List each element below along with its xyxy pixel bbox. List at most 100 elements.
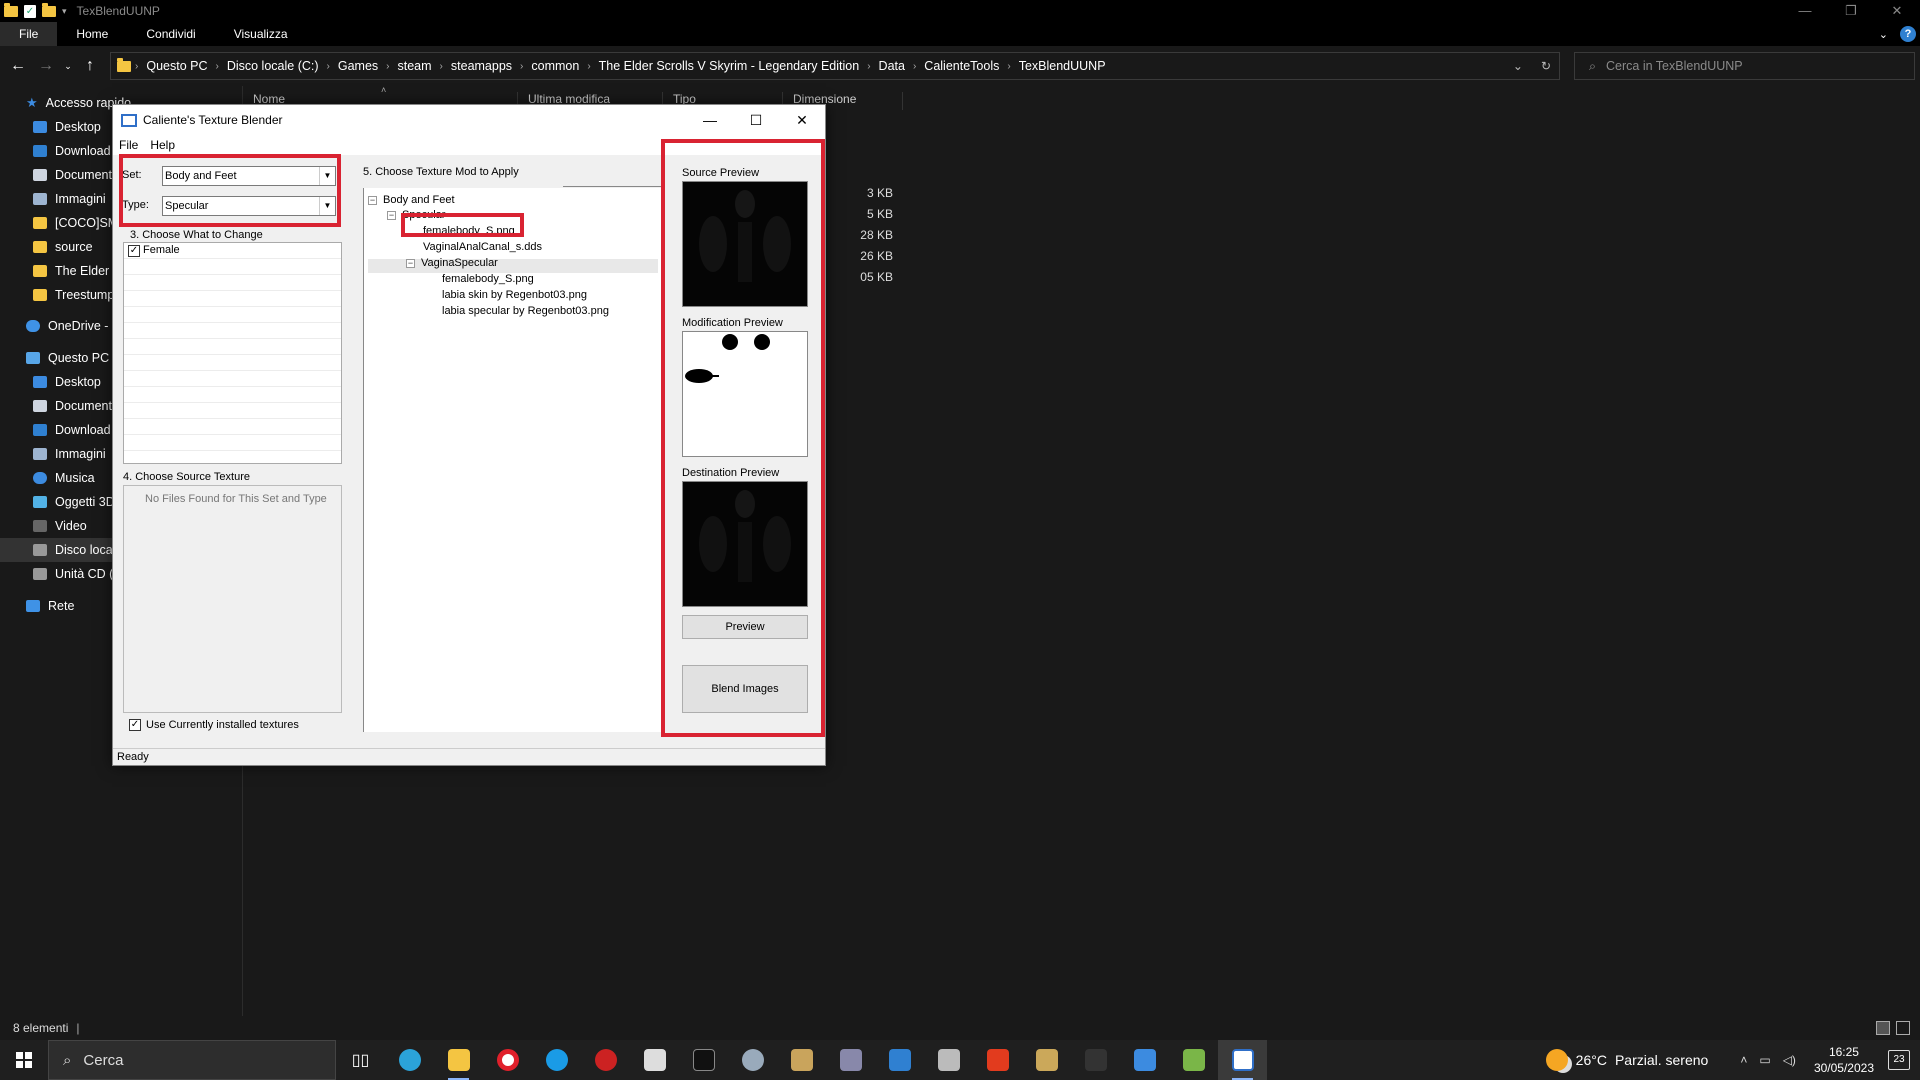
use-installed-checkbox[interactable]: ✓ Use Currently installed textures bbox=[129, 719, 299, 732]
desktop-icon bbox=[33, 376, 47, 388]
taskbar-app-people[interactable] bbox=[630, 1040, 679, 1080]
back-icon[interactable]: ← bbox=[4, 57, 32, 75]
menu-file[interactable]: File bbox=[113, 138, 144, 152]
checkbox-checked-icon[interactable]: ✓ bbox=[128, 245, 140, 257]
tab-share[interactable]: Condividi bbox=[127, 22, 214, 46]
blender-title-bar[interactable]: Caliente's Texture Blender — ☐ ✕ bbox=[113, 105, 825, 135]
clock[interactable]: 16:25 30/05/2023 bbox=[1814, 1044, 1874, 1076]
recent-locations-icon[interactable]: ⌄ bbox=[60, 61, 76, 72]
expand-ribbon-icon[interactable]: ⌄ bbox=[1879, 28, 1888, 41]
taskbar-app-tool[interactable] bbox=[728, 1040, 777, 1080]
tree-node-vagina-specular[interactable]: − VaginaSpecular bbox=[406, 257, 498, 269]
weather-widget[interactable]: 26°C Parzial. sereno bbox=[1545, 1049, 1708, 1071]
taskbar-app-nexus[interactable] bbox=[679, 1040, 728, 1080]
checkbox-checked-icon[interactable]: ✓ bbox=[129, 719, 141, 732]
menu-help[interactable]: Help bbox=[144, 138, 181, 152]
tree-leaf-vaginal-dds[interactable]: VaginalAnalCanal_s.dds bbox=[423, 241, 542, 253]
tree-node-body-and-feet[interactable]: − Body and Feet bbox=[368, 194, 455, 206]
details-view-icon[interactable] bbox=[1876, 1021, 1890, 1035]
tab-home[interactable]: Home bbox=[57, 22, 127, 46]
taskbar-app-arrow[interactable] bbox=[1071, 1040, 1120, 1080]
large-icons-view-icon[interactable] bbox=[1896, 1021, 1910, 1035]
taskbar-app-window-2[interactable] bbox=[1120, 1040, 1169, 1080]
breadcrumb-data[interactable]: Data bbox=[879, 59, 905, 73]
preview-button[interactable]: Preview bbox=[682, 615, 808, 639]
breadcrumb-common[interactable]: common bbox=[531, 59, 579, 73]
taskbar-search[interactable]: ⌕ Cerca bbox=[48, 1040, 336, 1080]
dropdown-arrow-icon[interactable]: ▼ bbox=[319, 197, 335, 215]
set-select[interactable]: Body and Feet ▼ bbox=[162, 166, 336, 186]
nav-label: Questo PC bbox=[48, 351, 110, 365]
close-icon[interactable]: ✕ bbox=[779, 105, 825, 135]
taskbar-app-skype[interactable] bbox=[532, 1040, 581, 1080]
change-list[interactable]: ✓ Female bbox=[123, 242, 342, 464]
close-icon[interactable]: ✕ bbox=[1874, 3, 1920, 19]
maximize-icon[interactable]: ☐ bbox=[733, 105, 779, 135]
notifications-icon[interactable]: 23 bbox=[1888, 1050, 1910, 1070]
forward-icon[interactable]: → bbox=[32, 57, 60, 75]
dropdown-arrow-icon[interactable]: ▼ bbox=[319, 167, 335, 185]
taskbar-app-edge[interactable] bbox=[385, 1040, 434, 1080]
address-dropdown-icon[interactable]: ⌄ bbox=[1513, 59, 1523, 73]
tree-leaf-labia-specular[interactable]: labia specular by Regenbot03.png bbox=[442, 305, 609, 317]
minimize-icon[interactable]: — bbox=[687, 105, 733, 135]
tab-view[interactable]: Visualizza bbox=[215, 22, 307, 46]
taskbar-app-red-gear[interactable] bbox=[581, 1040, 630, 1080]
breadcrumb-local-disk[interactable]: Disco locale (C:) bbox=[227, 59, 319, 73]
section-3-label: 3. Choose What to Change bbox=[130, 229, 263, 241]
breadcrumb-steam[interactable]: steam bbox=[398, 59, 432, 73]
source-texture-list[interactable]: No Files Found for This Set and Type bbox=[123, 485, 342, 713]
taskbar-app-window[interactable] bbox=[875, 1040, 924, 1080]
taskbar-app-sign[interactable] bbox=[1022, 1040, 1071, 1080]
list-item bbox=[124, 323, 341, 339]
modification-preview-label: Modification Preview bbox=[682, 317, 783, 329]
breadcrumb-this-pc[interactable]: Questo PC bbox=[146, 59, 207, 73]
minimize-icon[interactable]: — bbox=[1782, 3, 1828, 19]
taskbar-app-gpu[interactable] bbox=[924, 1040, 973, 1080]
refresh-icon[interactable]: ↻ bbox=[1541, 59, 1551, 73]
chevron-right-icon: › bbox=[215, 60, 219, 72]
type-select[interactable]: Specular ▼ bbox=[162, 196, 336, 216]
tree-leaf-femalebody[interactable]: femalebody_S.png bbox=[423, 225, 515, 237]
taskbar-app-texture-blender[interactable] bbox=[1218, 1040, 1267, 1080]
list-item[interactable]: ✓ Female bbox=[124, 243, 341, 259]
address-bar[interactable]: › Questo PC › Disco locale (C:) › Games › s… bbox=[110, 52, 1560, 80]
tree-node-specular[interactable]: − Specular bbox=[387, 209, 445, 221]
up-icon[interactable]: ↑ bbox=[76, 57, 104, 75]
collapse-icon[interactable]: − bbox=[406, 258, 415, 268]
breadcrumb-calientetools[interactable]: CalienteTools bbox=[924, 59, 999, 73]
tree-leaf-labia-skin[interactable]: labia skin by Regenbot03.png bbox=[442, 289, 587, 301]
list-item bbox=[124, 291, 341, 307]
properties-icon[interactable]: ✓ bbox=[24, 4, 36, 18]
search-input[interactable]: ⌕ Cerca in TexBlendUUNP bbox=[1574, 52, 1915, 80]
help-icon[interactable]: ? bbox=[1900, 26, 1916, 42]
taskbar-app-opera[interactable] bbox=[483, 1040, 532, 1080]
file-size: 26 KB bbox=[860, 249, 893, 263]
collapse-icon[interactable]: − bbox=[368, 195, 377, 205]
volume-icon[interactable]: ◁) bbox=[1783, 1053, 1796, 1067]
tree-label: labia skin by Regenbot03.png bbox=[442, 289, 587, 301]
new-folder-icon[interactable] bbox=[42, 2, 56, 17]
taskbar-app-explorer[interactable] bbox=[434, 1040, 483, 1080]
network-tray-icon[interactable]: ▭ bbox=[1759, 1053, 1770, 1067]
explorer-window-title: TexBlendUUNP bbox=[76, 4, 160, 18]
tab-file[interactable]: File bbox=[0, 22, 58, 46]
taskbar-app-f[interactable] bbox=[973, 1040, 1022, 1080]
taskbar-app-vortex[interactable] bbox=[777, 1040, 826, 1080]
restore-icon[interactable]: ❐ bbox=[1828, 3, 1874, 19]
breadcrumb-skyrim[interactable]: The Elder Scrolls V Skyrim - Legendary E… bbox=[599, 59, 860, 73]
breadcrumb-steamapps[interactable]: steamapps bbox=[451, 59, 512, 73]
tree-leaf-femalebody-2[interactable]: femalebody_S.png bbox=[442, 273, 534, 285]
breadcrumb-texblenduunp[interactable]: TexBlendUUNP bbox=[1019, 59, 1106, 73]
task-view-button[interactable]: ▯▯ bbox=[336, 1040, 385, 1080]
breadcrumb-games[interactable]: Games bbox=[338, 59, 378, 73]
taskbar-app-chart[interactable] bbox=[1169, 1040, 1218, 1080]
taskbar-app-feather[interactable] bbox=[826, 1040, 875, 1080]
texture-mod-tree[interactable]: − Body and Feet − Specular femalebody_S.pn… bbox=[363, 188, 661, 732]
destination-texture-thumbnail bbox=[683, 482, 807, 606]
collapse-icon[interactable]: − bbox=[387, 210, 396, 220]
start-button[interactable] bbox=[0, 1040, 48, 1080]
show-hidden-icons-icon[interactable]: ˄ bbox=[1740, 1053, 1747, 1067]
blend-images-button[interactable]: Blend Images bbox=[682, 665, 808, 713]
quick-access-dropdown-icon[interactable]: ▾ bbox=[62, 6, 67, 17]
